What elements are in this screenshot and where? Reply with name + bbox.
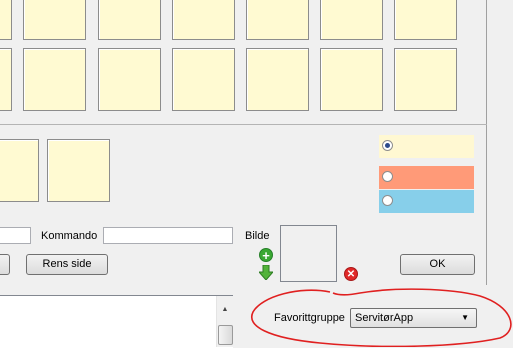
- bilde-label: Bilde: [245, 230, 270, 242]
- clear-page-button[interactable]: Rens side: [26, 254, 108, 275]
- color-radio[interactable]: [382, 195, 393, 206]
- grid-tile[interactable]: [172, 0, 235, 40]
- color-option-blue[interactable]: [379, 190, 474, 213]
- ok-button[interactable]: OK: [400, 254, 475, 275]
- grid-tile[interactable]: [0, 0, 12, 40]
- color-radio-selected[interactable]: [382, 140, 393, 151]
- grid-tile[interactable]: [0, 139, 39, 202]
- grid-tile[interactable]: [246, 0, 309, 40]
- grid-tile[interactable]: [47, 139, 110, 202]
- kommando-label: Kommando: [41, 230, 98, 242]
- grid-tile[interactable]: [320, 0, 383, 40]
- grid-tile[interactable]: [23, 48, 86, 111]
- clear-page-label: Rens side: [42, 258, 92, 270]
- grid-tile[interactable]: [98, 0, 161, 40]
- kommando-field[interactable]: [103, 227, 233, 244]
- panel-border: [486, 0, 487, 285]
- grid-tile[interactable]: [172, 48, 235, 111]
- color-option-orange[interactable]: [379, 166, 474, 189]
- panel-divider: [0, 124, 487, 125]
- color-option-yellow[interactable]: [379, 135, 474, 158]
- grid-tile[interactable]: [23, 0, 86, 40]
- left-button[interactable]: [0, 254, 10, 275]
- add-icon[interactable]: +: [259, 248, 273, 262]
- favoritt-select[interactable]: ServitørApp ▼: [350, 308, 477, 328]
- favoritt-selected-value: ServitørApp: [355, 312, 414, 324]
- scroll-up-arrow-icon[interactable]: ▲: [217, 306, 233, 316]
- grid-tile[interactable]: [394, 0, 457, 40]
- delete-icon[interactable]: ✕: [344, 267, 358, 281]
- grid-tile[interactable]: [320, 48, 383, 111]
- grid-tile[interactable]: [394, 48, 457, 111]
- color-radio[interactable]: [382, 171, 393, 182]
- scroll-thumb[interactable]: [218, 325, 233, 345]
- grid-tile[interactable]: [0, 48, 12, 111]
- favoritt-label: Favorittgruppe: [274, 312, 345, 324]
- chevron-down-icon: ▼: [461, 313, 469, 322]
- arrow-down-icon[interactable]: [259, 265, 273, 280]
- ok-label: OK: [429, 258, 446, 270]
- image-preview[interactable]: [280, 225, 337, 282]
- list-box[interactable]: [0, 295, 233, 348]
- grid-tile[interactable]: [98, 48, 161, 111]
- grid-tile[interactable]: [246, 48, 309, 111]
- text-field-left[interactable]: [0, 227, 31, 244]
- list-scrollbar[interactable]: ▲: [216, 296, 233, 347]
